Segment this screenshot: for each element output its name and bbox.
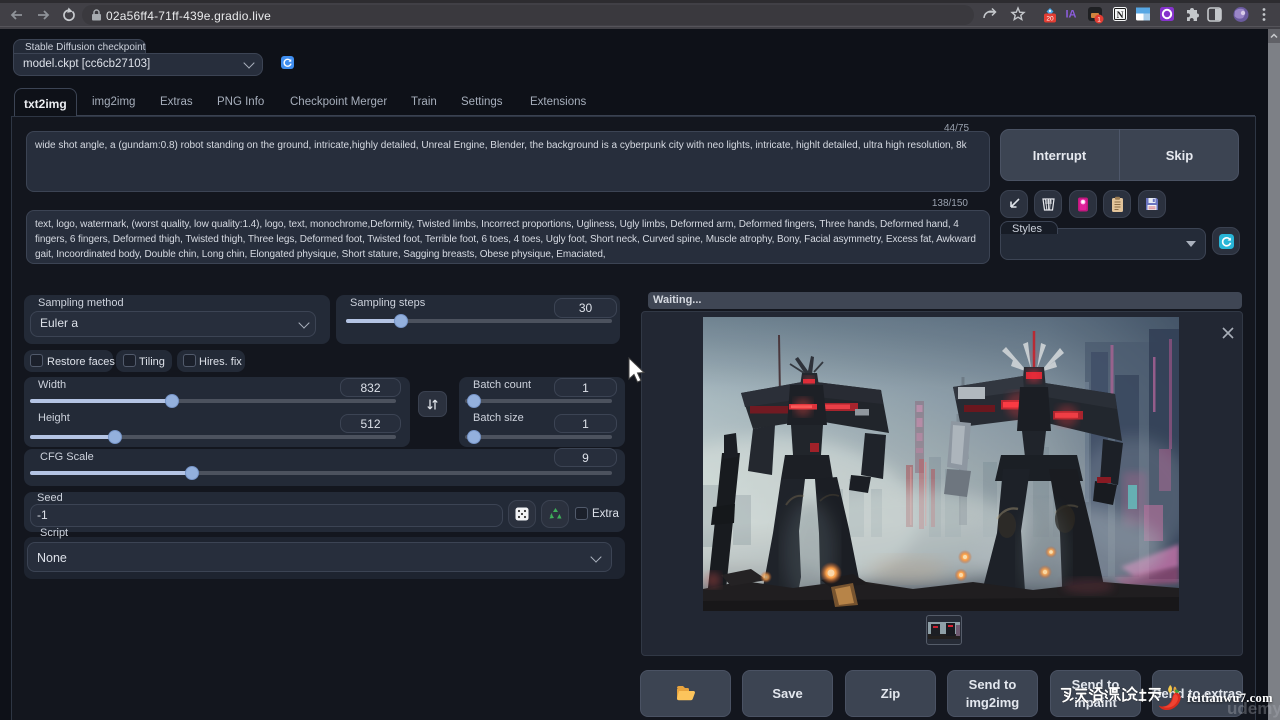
- svg-text:IA: IA: [1066, 9, 1077, 21]
- svg-text:N: N: [1117, 11, 1124, 21]
- svg-text:1: 1: [1097, 17, 1101, 24]
- svg-text:20: 20: [1046, 16, 1054, 23]
